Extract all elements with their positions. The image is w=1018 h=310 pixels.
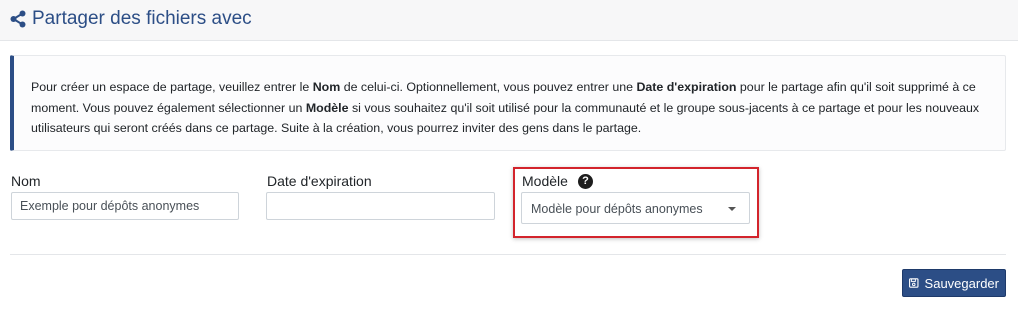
save-button[interactable]: Sauvegarder xyxy=(902,269,1006,297)
page-title: Partager des fichiers avec xyxy=(32,8,252,29)
info-segment: Pour créer un espace de partage, veuille… xyxy=(31,80,313,94)
floppy-disk-icon xyxy=(909,278,919,288)
model-label: Modèle xyxy=(522,173,568,189)
model-select-value: Modèle pour dépôts anonymes xyxy=(531,202,703,216)
question-circle-icon[interactable]: ? xyxy=(578,174,593,189)
save-button-label: Sauvegarder xyxy=(924,275,999,291)
form-divider xyxy=(10,254,1006,255)
model-select[interactable]: Modèle pour dépôts anonymes xyxy=(521,192,750,224)
info-text: Pour créer un espace de partage, veuille… xyxy=(31,80,979,135)
caret-down-icon xyxy=(728,207,736,211)
info-segment-bold: Modèle xyxy=(305,100,349,115)
expiration-label: Date d'expiration xyxy=(267,173,372,189)
info-segment-bold: Nom xyxy=(312,80,341,94)
name-input[interactable]: Exemple pour dépôts anonymes xyxy=(11,192,239,220)
expiration-date-input[interactable] xyxy=(266,192,495,220)
name-label: Nom xyxy=(11,173,41,189)
info-panel: Pour créer un espace de partage, veuille… xyxy=(10,55,1006,151)
info-segment-bold: Date d'expiration xyxy=(636,80,737,94)
info-segment: de celui-ci. Optionnellement, vous pouve… xyxy=(340,80,637,94)
share-icon xyxy=(10,10,26,28)
page-header: Partager des fichiers avec xyxy=(0,0,1018,41)
